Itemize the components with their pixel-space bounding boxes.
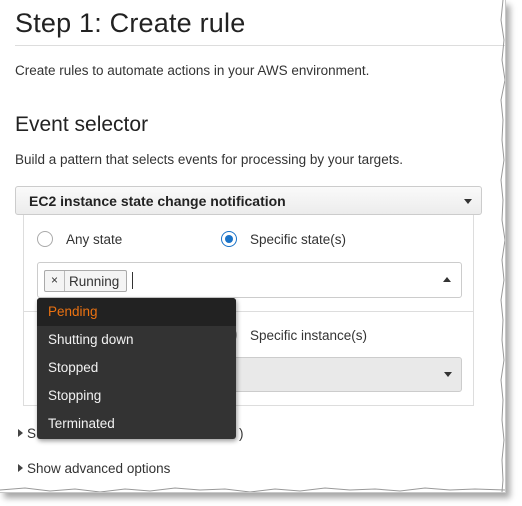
text-cursor[interactable]	[132, 272, 133, 289]
event-type-value: EC2 instance state change notification	[29, 193, 286, 209]
section-heading-event-selector: Event selector	[15, 113, 149, 136]
specific-instance-label: Specific instance(s)	[250, 328, 368, 343]
state-multiselect[interactable]: × Running	[37, 262, 462, 298]
caret-down-icon	[464, 199, 472, 204]
title-divider	[15, 45, 505, 46]
torn-edge-bottom	[0, 487, 505, 492]
state-tag-running: × Running	[44, 270, 127, 292]
dropdown-option-shutting-down[interactable]: Shutting down	[37, 326, 236, 354]
any-state-label: Any state	[66, 232, 123, 247]
section-description: Build a pattern that selects events for …	[15, 152, 403, 167]
event-type-select[interactable]: EC2 instance state change notification	[15, 186, 482, 215]
torn-edge-right	[500, 0, 505, 492]
page: Step 1: Create rule Create rules to auto…	[0, 0, 506, 493]
state-tag-label: Running	[69, 274, 120, 289]
dropdown-option-stopping[interactable]: Stopping	[37, 382, 236, 410]
tag-separator	[64, 271, 65, 291]
hidden-link-fragment-left: S	[27, 426, 37, 441]
triangle-right-icon	[18, 429, 23, 437]
caret-up-icon[interactable]	[443, 277, 451, 282]
remove-tag-icon[interactable]: ×	[51, 273, 58, 287]
hidden-link-fragment-right: )	[239, 426, 244, 441]
specific-state-radio[interactable]	[221, 231, 237, 247]
dropdown-option-pending[interactable]: Pending	[37, 298, 236, 326]
page-intro: Create rules to automate actions in your…	[15, 63, 370, 78]
page-title: Step 1: Create rule	[15, 8, 246, 38]
advanced-link-label: Show advanced options	[27, 461, 171, 476]
caret-down-icon	[444, 372, 452, 377]
triangle-right-icon	[18, 464, 23, 472]
hidden-expand-link[interactable]: S	[18, 426, 36, 441]
dropdown-option-terminated[interactable]: Terminated	[37, 410, 236, 438]
specific-state-label: Specific state(s)	[250, 232, 347, 247]
state-dropdown-menu: Pending Shutting down Stopped Stopping T…	[37, 298, 236, 439]
any-state-radio[interactable]	[37, 231, 53, 247]
dropdown-option-stopped[interactable]: Stopped	[37, 354, 236, 382]
show-advanced-options-link[interactable]: Show advanced options	[18, 461, 170, 476]
